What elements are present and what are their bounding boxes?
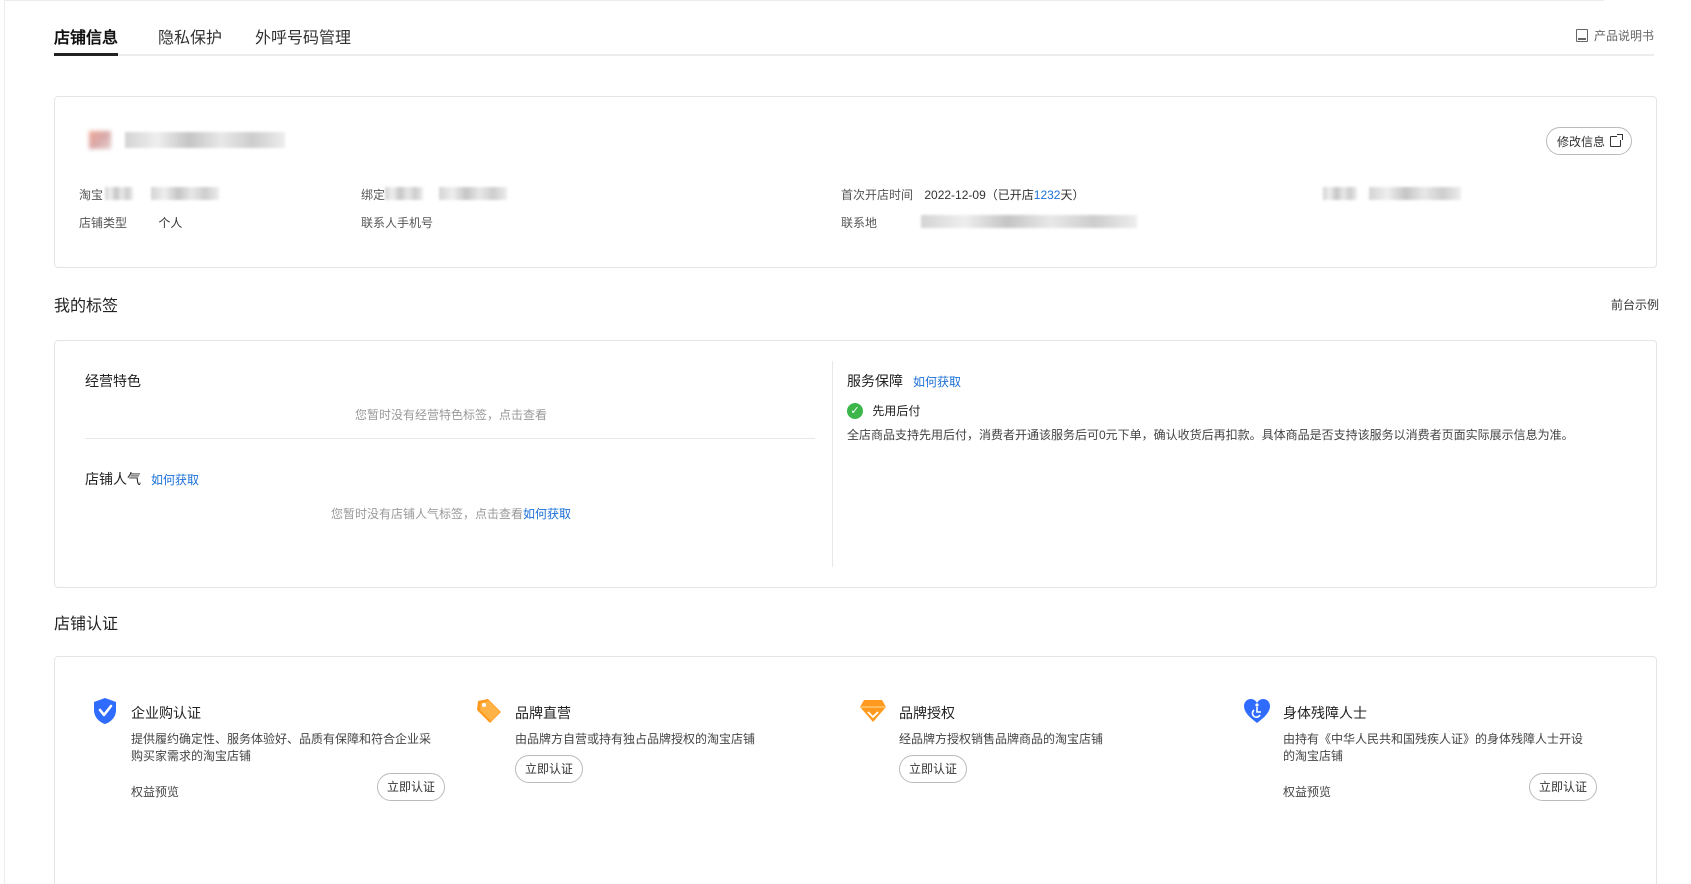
shop-name-redacted [125, 132, 285, 148]
book-icon [1575, 29, 1588, 42]
certify-now-button[interactable]: 立即认证 [377, 773, 446, 801]
contact-phone-field: 联系人手机号 [361, 214, 433, 231]
service-how-link[interactable]: 如何获取 [913, 375, 961, 389]
cert-description: 经品牌方授权销售品牌商品的淘宝店铺 [899, 732, 1104, 746]
tab-privacy[interactable]: 隐私保护 [158, 24, 222, 48]
tab-outbound-numbers[interactable]: 外呼号码管理 [255, 24, 351, 48]
pay-later-name: 先用后付 [872, 404, 921, 418]
page-left-border [4, 0, 5, 884]
popularity-empty-text[interactable]: 您暂时没有店铺人气标签，点击查看 [331, 507, 523, 521]
redacted-text [439, 187, 507, 200]
bind-label: 绑定 [361, 188, 386, 202]
bind-field: 绑定 [361, 186, 385, 203]
cert-description: 由持有《中华人民共和国残疾人证》的身体残障人士开设的淘宝店铺 [1283, 732, 1584, 763]
column-divider [832, 361, 833, 567]
tab-rail [54, 54, 1654, 56]
external-link-icon [1610, 133, 1623, 147]
contact-address-label: 联系地 [841, 216, 878, 230]
shop-type-label: 店铺类型 [79, 216, 128, 230]
shop-info-card: 修改信息 淘宝 绑定 首次开店时间 2022-12-09（已开店1232天） 店… [54, 96, 1657, 268]
price-tag-icon [475, 697, 503, 725]
service-guarantee-title: 服务保障 如何获取 [847, 371, 961, 391]
redacted-text [151, 187, 219, 200]
taobao-label: 淘宝 [79, 188, 104, 202]
certify-now-button[interactable]: 立即认证 [1529, 773, 1598, 801]
cert-description: 由品牌方自营或持有独占品牌授权的淘宝店铺 [515, 732, 756, 746]
first-open-date: 2022-12-09 [924, 188, 986, 202]
shop-avatar [89, 131, 111, 149]
certify-now-button[interactable]: 立即认证 [515, 755, 584, 783]
taobao-account-field: 淘宝 [79, 186, 103, 203]
my-tags-title: 我的标签 [54, 298, 119, 315]
contact-phone-label: 联系人手机号 [361, 216, 434, 230]
divider [85, 438, 815, 439]
pay-later-description: 全店商品支持先用后付，消费者开通该服务后可0元下单，确认收货后再扣款。具体商品是… [847, 428, 1574, 442]
popularity-how-link[interactable]: 如何获取 [151, 473, 199, 487]
front-example-link[interactable]: 前台示例 [1611, 296, 1659, 313]
cert-card: 企业购认证 提供履约确定性、服务体验好、品质有保障和符合企业采购买家需求的淘宝店… [54, 656, 1657, 884]
active-tab-indicator [54, 53, 118, 56]
redacted-text [385, 187, 423, 200]
popularity-empty-link[interactable]: 如何获取 [523, 507, 571, 521]
redacted-text [1369, 187, 1461, 200]
redacted-text [921, 215, 1137, 228]
badge-check-icon: ✓ [847, 402, 863, 419]
first-open-label: 首次开店时间 [841, 188, 914, 202]
open-days-prefix: （已开店 [985, 188, 1034, 202]
first-open-field: 首次开店时间 2022-12-09（已开店1232天） [841, 186, 1084, 203]
shop-type-field: 店铺类型 个人 [79, 214, 182, 231]
benefit-preview-link[interactable]: 权益预览 [131, 783, 179, 800]
tab-shop-info[interactable]: 店铺信息 [54, 24, 118, 48]
accessibility-heart-icon [1243, 697, 1271, 725]
cert-name: 身体残障人士 [1283, 705, 1367, 721]
shop-cert-title: 店铺认证 [54, 616, 119, 633]
redacted-text [1323, 187, 1357, 200]
cert-name: 品牌直营 [515, 705, 571, 721]
benefit-preview-link[interactable]: 权益预览 [1283, 783, 1331, 800]
popularity-tags-title: 店铺人气 如何获取 [85, 469, 199, 489]
tags-card: 经营特色 您暂时没有经营特色标签，点击查看 店铺人气 如何获取 您暂时没有店铺人气… [54, 340, 1657, 588]
contact-address-field: 联系地 [841, 214, 877, 231]
cert-name: 企业购认证 [131, 705, 201, 721]
service-label: 服务保障 [847, 373, 903, 389]
tab-bar: 店铺信息 隐私保护 外呼号码管理 产品说明书 [54, 0, 1654, 58]
popularity-tags-empty: 您暂时没有店铺人气标签，点击查看如何获取 [331, 505, 571, 522]
feature-tags-empty[interactable]: 您暂时没有经营特色标签，点击查看 [355, 406, 547, 423]
certify-now-button[interactable]: 立即认证 [899, 755, 968, 783]
shop-type-value: 个人 [158, 216, 183, 230]
pay-later-tag: ✓ 先用后付 [847, 402, 920, 419]
feature-tags-title: 经营特色 [85, 373, 141, 389]
open-days-count: 1232 [1033, 188, 1061, 202]
edit-info-button[interactable]: 修改信息 [1545, 127, 1632, 155]
shield-check-icon [91, 697, 119, 725]
cert-name: 品牌授权 [899, 705, 955, 721]
cert-description: 提供履约确定性、服务体验好、品质有保障和符合企业采购买家需求的淘宝店铺 [131, 732, 432, 763]
product-manual-label: 产品说明书 [1593, 29, 1654, 43]
diamond-icon [859, 697, 887, 725]
open-days-suffix: 天） [1060, 188, 1085, 202]
redacted-text [105, 187, 133, 200]
product-manual-link[interactable]: 产品说明书 [1575, 27, 1654, 44]
popularity-label: 店铺人气 [85, 471, 141, 487]
edit-info-label: 修改信息 [1556, 134, 1605, 149]
